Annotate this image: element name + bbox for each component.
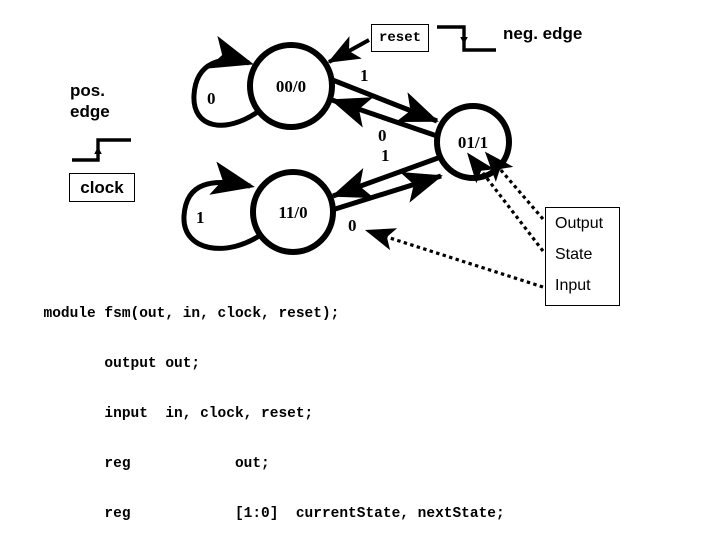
callout-state [467, 152, 545, 252]
clock-label-box[interactable]: clock [69, 173, 135, 202]
pos-edge-label: pos. edge [70, 81, 110, 122]
reset-arrow [327, 36, 370, 64]
cond-00-to-01: 1 [360, 66, 369, 85]
code-line: reg out; [0, 456, 270, 472]
cond-01-to-00: 0 [378, 126, 387, 145]
cond-self-11: 1 [196, 208, 205, 227]
signal-key-state: State [555, 246, 593, 263]
transition-00-to-01 [329, 76, 439, 124]
state-label-00: 00/0 [275, 77, 307, 96]
slide-canvas: 00/0 01/1 11/0 0 1 1 0 1 0 reset clock p… [0, 0, 720, 540]
self-loop-00 [191, 35, 261, 128]
verilog-code-block: module fsm(out, in, clock, reset); outpu… [0, 278, 720, 540]
code-line: reg [1:0] currentState, nextState; [0, 506, 505, 522]
neg-edge-label: neg. edge [503, 24, 583, 43]
signal-key-output: Output [555, 215, 604, 232]
state-label-01: 01/1 [457, 133, 489, 152]
cond-01-to-11: 1 [381, 146, 390, 165]
pos-edge-waveform-icon [72, 138, 131, 162]
code-line: input in, clock, reset; [0, 406, 314, 422]
cond-11-to-01: 0 [348, 216, 357, 235]
code-line: output out; [0, 356, 201, 372]
neg-edge-waveform-icon [437, 25, 496, 52]
callout-output [484, 151, 545, 221]
transition-11-to-01 [331, 172, 443, 213]
cond-self-00: 0 [207, 89, 216, 108]
code-line: module fsm(out, in, clock, reset); [0, 306, 340, 322]
state-label-11: 11/0 [278, 203, 308, 222]
reset-label-box[interactable]: reset [371, 24, 429, 52]
